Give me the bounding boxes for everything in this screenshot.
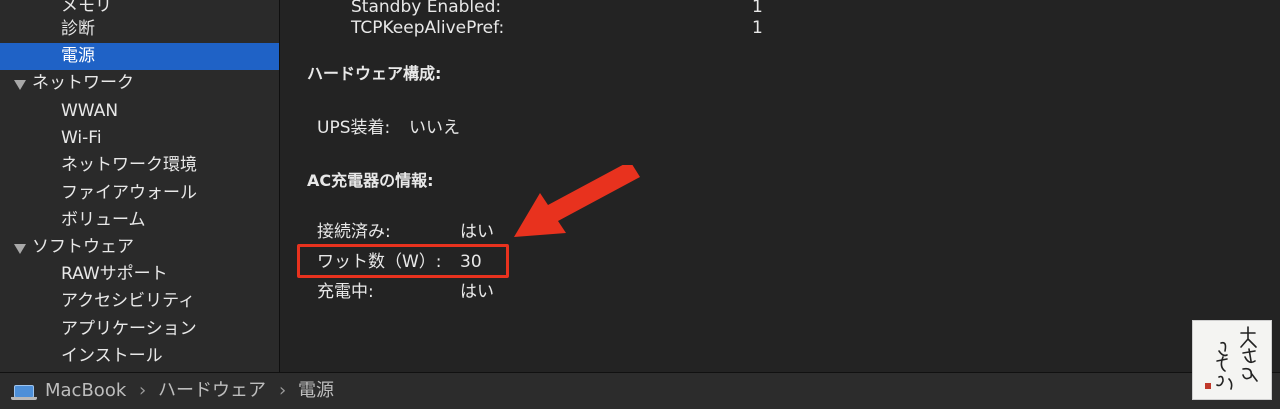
sidebar-item-firewall[interactable]: ファイアウォール <box>0 180 279 207</box>
sidebar-item-wwan[interactable]: WWAN <box>0 98 279 125</box>
charging-value: はい <box>460 282 494 302</box>
sidebar-item-label: ボリューム <box>61 210 146 230</box>
sidebar-item-installations[interactable]: インストール <box>0 343 279 370</box>
annotation-arrow-icon <box>514 165 640 237</box>
tcp-keepalive-label: TCPKeepAlivePref: <box>351 18 505 38</box>
sidebar-item-raw-support[interactable]: RAWサポート <box>0 261 279 288</box>
sidebar-item-applications[interactable]: アプリケーション <box>0 316 279 343</box>
sidebar-item-label: WWAN <box>61 101 119 121</box>
standby-enabled-value: 1 <box>752 0 763 17</box>
breadcrumb-macbook[interactable]: MacBook <box>45 373 126 409</box>
breadcrumb-separator-icon: › <box>139 380 147 401</box>
disclosure-triangle-icon[interactable] <box>14 80 26 90</box>
sidebar-item-label: インストール <box>61 346 163 366</box>
disclosure-triangle-icon[interactable] <box>14 244 26 254</box>
sidebar-item-label: 電源 <box>61 46 95 66</box>
sidebar-item-diagnostics[interactable]: 診断 <box>0 16 279 43</box>
path-bar: MacBook › ハードウェア › 電源 <box>0 372 1280 409</box>
charging-label: 充電中: <box>317 282 374 302</box>
watermark-stamp <box>1192 320 1272 400</box>
sidebar-group-software[interactable]: ソフトウェア <box>0 234 279 261</box>
ups-installed-label: UPS装着: <box>317 118 391 138</box>
connected-label: 接続済み: <box>317 222 391 242</box>
sidebar-item-label: RAWサポート <box>61 264 168 284</box>
sidebar-item-label: ソフトウェア <box>32 237 134 257</box>
ups-installed-value: いいえ <box>409 118 460 138</box>
macbook-icon <box>11 385 37 400</box>
sidebar-item-label: Wi-Fi <box>61 128 102 148</box>
sidebar-item-label: アプリケーション <box>61 319 197 339</box>
breadcrumb-power[interactable]: 電源 <box>298 373 334 409</box>
breadcrumb-hardware[interactable]: ハードウェア <box>158 373 266 409</box>
sidebar-item-accessibility[interactable]: アクセシビリティ <box>0 288 279 315</box>
sidebar-item-wifi[interactable]: Wi-Fi <box>0 125 279 152</box>
connected-value: はい <box>460 222 494 242</box>
breadcrumb-separator-icon: › <box>279 380 287 401</box>
ac-charger-heading: AC充電器の情報: <box>307 171 434 190</box>
sidebar-item-volumes[interactable]: ボリューム <box>0 207 279 234</box>
sidebar-item-locations[interactable]: ネットワーク環境 <box>0 152 279 179</box>
sidebar-group-network[interactable]: ネットワーク <box>0 70 279 97</box>
sidebar-item-power[interactable]: 電源 <box>0 43 279 70</box>
standby-enabled-label: Standby Enabled: <box>351 0 502 17</box>
tcp-keepalive-value: 1 <box>752 18 763 38</box>
sidebar-item-label: 診断 <box>61 19 95 39</box>
sidebar-item-label: ネットワーク <box>32 73 134 93</box>
sidebar-item-label: ファイアウォール <box>61 183 197 203</box>
sidebar-item-label: ネットワーク環境 <box>61 155 197 175</box>
annotation-highlight-box <box>297 244 509 278</box>
handwritten-logo-icon <box>1205 326 1258 390</box>
sidebar: メモリ 診断 電源 ネットワーク WWAN Wi-Fi ネットワーク環境 ファイ… <box>0 0 280 372</box>
hardware-config-heading: ハードウェア構成: <box>307 64 442 83</box>
sidebar-item-label: アクセシビリティ <box>61 291 196 311</box>
